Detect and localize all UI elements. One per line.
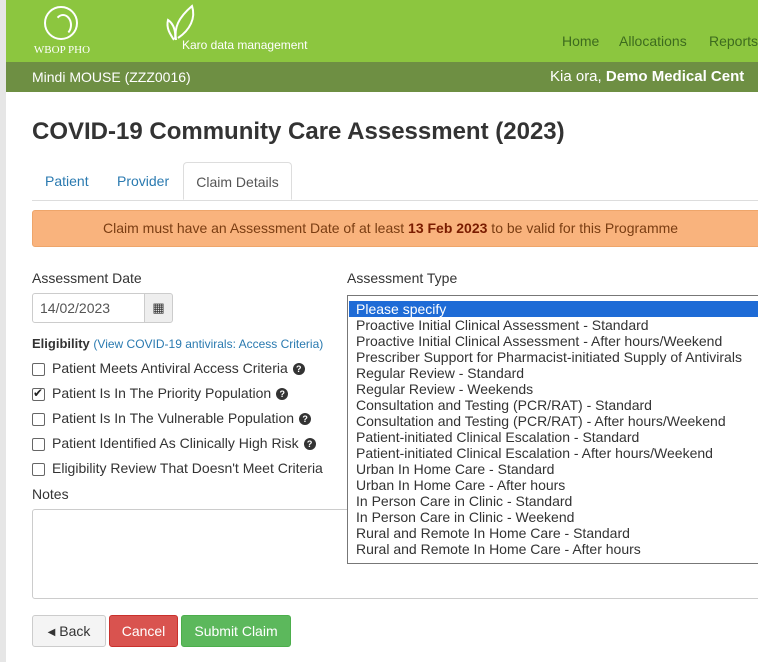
top-header-bar: WBOP PHO Karo data management Home Alloc… bbox=[6, 0, 758, 62]
tab-provider[interactable]: Provider bbox=[117, 162, 169, 200]
chevron-left-icon: ◀ bbox=[47, 627, 56, 638]
nav-allocations[interactable]: Allocations bbox=[619, 33, 687, 49]
help-icon[interactable]: ? bbox=[276, 388, 289, 400]
eligibility-label: Eligibility bbox=[32, 336, 90, 351]
checkbox[interactable] bbox=[32, 363, 45, 376]
checkbox-label: Patient Is In The Vulnerable Population bbox=[52, 410, 295, 426]
assessment-type-label: Assessment Type bbox=[347, 270, 458, 286]
checkbox-label: Patient Identified As Clinically High Ri… bbox=[52, 435, 299, 451]
checkbox-label: Eligibility Review That Doesn't Meet Cri… bbox=[52, 460, 323, 476]
option[interactable]: Consultation and Testing (PCR/RAT) - Aft… bbox=[356, 413, 726, 429]
option[interactable]: Proactive Initial Clinical Assessment - … bbox=[356, 333, 722, 349]
practice-name: Demo Medical Cent bbox=[605, 68, 745, 85]
cancel-button[interactable]: Cancel bbox=[109, 615, 178, 647]
option[interactable]: Urban In Home Care - Standard bbox=[356, 461, 554, 477]
alert-message: Claim must have an Assessment Date of at… bbox=[103, 211, 678, 246]
nav-home[interactable]: Home bbox=[562, 33, 599, 49]
access-criteria-link[interactable]: (View COVID-19 antivirals: Access Criter… bbox=[93, 337, 323, 351]
calendar-button[interactable]: ▦ bbox=[144, 293, 173, 323]
karo-brand-text: Karo data management bbox=[182, 38, 308, 52]
checkbox[interactable] bbox=[32, 413, 45, 426]
option[interactable]: In Person Care in Clinic - Weekend bbox=[356, 509, 574, 525]
greeting-prefix: Kia ora, bbox=[550, 68, 602, 85]
assessment-type-listbox[interactable]: Please specify Proactive Initial Clinica… bbox=[347, 295, 758, 564]
option[interactable]: Patient-initiated Clinical Escalation - … bbox=[356, 429, 639, 445]
pho-logo-text: WBOP PHO bbox=[33, 44, 91, 56]
tab-claim-details[interactable]: Claim Details bbox=[183, 162, 292, 200]
tab-bar: Patient Provider Claim Details bbox=[32, 162, 758, 201]
help-icon[interactable]: ? bbox=[299, 413, 312, 425]
eligibility-heading: Eligibility (View COVID-19 antivirals: A… bbox=[32, 336, 323, 351]
greeting: Kia ora, Demo Medical Cent bbox=[550, 68, 744, 85]
karo-logo[interactable]: Karo data management bbox=[164, 4, 344, 56]
alert-text-after: to be valid for this Programme bbox=[487, 220, 679, 236]
help-icon[interactable]: ? bbox=[292, 363, 305, 375]
calendar-icon: ▦ bbox=[152, 300, 165, 315]
assessment-date-alert: Claim must have an Assessment Date of at… bbox=[32, 210, 758, 247]
alert-date: 13 Feb 2023 bbox=[408, 220, 488, 236]
patient-name: Mindi MOUSE (ZZZ0016) bbox=[32, 69, 191, 85]
option[interactable]: Rural and Remote In Home Care - Standard bbox=[356, 525, 630, 541]
checkbox[interactable] bbox=[32, 438, 45, 451]
back-label: Back bbox=[59, 623, 91, 639]
option[interactable]: Regular Review - Weekends bbox=[356, 381, 533, 397]
back-button[interactable]: ◀ Back bbox=[32, 615, 106, 647]
help-icon[interactable]: ? bbox=[303, 438, 316, 450]
tab-patient[interactable]: Patient bbox=[45, 162, 89, 200]
notes-label: Notes bbox=[32, 486, 69, 502]
window-left-border bbox=[0, 0, 6, 662]
alert-text-before: Claim must have an Assessment Date of at… bbox=[103, 220, 409, 236]
checkbox-label: Patient Is In The Priority Population bbox=[52, 385, 272, 401]
option[interactable]: Patient-initiated Clinical Escalation - … bbox=[356, 445, 713, 461]
checkbox-label: Patient Meets Antiviral Access Criteria bbox=[52, 360, 288, 376]
assessment-date-input[interactable]: 14/02/2023 bbox=[32, 293, 145, 323]
patient-bar: Mindi MOUSE (ZZZ0016) Kia ora, Demo Medi… bbox=[6, 62, 758, 92]
checkbox[interactable] bbox=[32, 463, 45, 476]
checkbox-checked[interactable] bbox=[32, 386, 45, 401]
assessment-date-label: Assessment Date bbox=[32, 270, 142, 286]
submit-claim-button[interactable]: Submit Claim bbox=[181, 615, 291, 647]
page-title: COVID-19 Community Care Assessment (2023… bbox=[32, 118, 565, 145]
option[interactable]: Proactive Initial Clinical Assessment - … bbox=[356, 317, 649, 333]
wbop-pho-logo[interactable]: WBOP PHO bbox=[32, 4, 92, 58]
nav-reports[interactable]: Reports bbox=[709, 33, 758, 49]
option-please-specify[interactable]: Please specify bbox=[349, 301, 758, 317]
option[interactable]: Consultation and Testing (PCR/RAT) - Sta… bbox=[356, 397, 652, 413]
pho-swirl-icon bbox=[44, 6, 78, 40]
option[interactable]: In Person Care in Clinic - Standard bbox=[356, 493, 572, 509]
option[interactable]: Regular Review - Standard bbox=[356, 365, 524, 381]
option[interactable]: Urban In Home Care - After hours bbox=[356, 477, 565, 493]
option[interactable]: Rural and Remote In Home Care - After ho… bbox=[356, 541, 641, 557]
option[interactable]: Prescriber Support for Pharmacist-initia… bbox=[356, 349, 742, 365]
